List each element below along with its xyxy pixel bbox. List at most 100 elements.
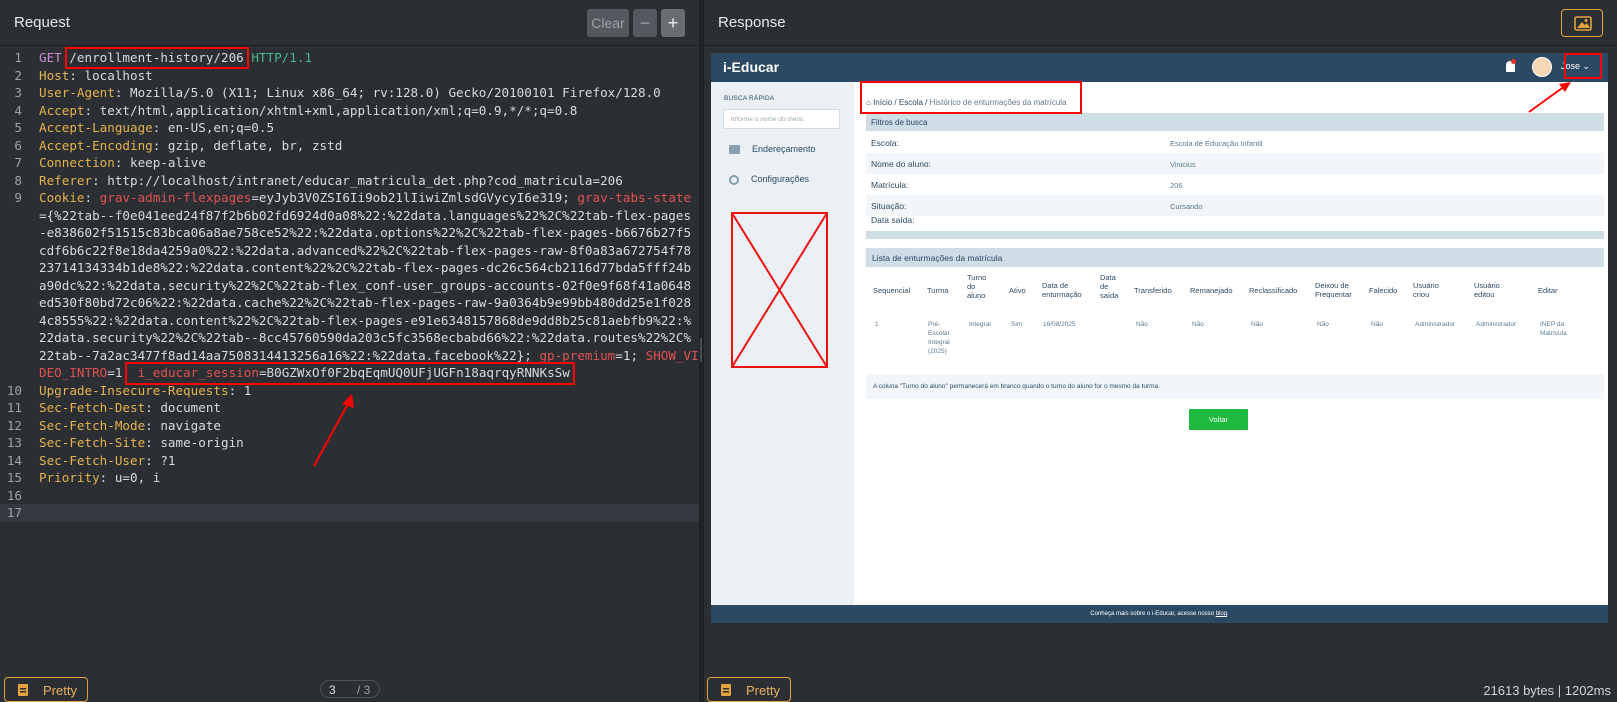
sidebar-item-enderecamento[interactable]: Endereçamento [729,144,816,155]
menu-search-input[interactable]: Informe o nome do menu [723,109,840,129]
request-pager[interactable]: 3 / 3 [320,680,380,698]
line-number: 11 [6,400,22,415]
header-value: keep-alive [130,155,206,170]
header-value: ?1 [160,452,176,468]
splitter-grip[interactable] [700,338,702,362]
code-line: 4 Accept: text/html,application/xhtml+xm… [0,102,699,120]
sidebar-item-label: Endereçamento [752,144,816,154]
footer-text: Conheça mais sobre o i-Educar, acesse no… [1090,611,1215,617]
column-header: Deixou de Frequentar [1315,281,1352,299]
app-root: Request Clear − + 1 GET /enrollment-hist… [0,0,1617,702]
footer-blog-link[interactable]: blog [1216,611,1227,617]
cookie-value: eyJyb3V0ZSI6Ii9ob21lIiwiZmlsdGVycyI6e319 [258,190,563,205]
line-number: 9 [14,190,22,205]
code-line: ={%22tab--f0e041eed24f87f2b6b02fd6924d0a… [0,207,699,225]
header-value: Mozilla/5.0 (X11; Linux x86_64; rv:128.0… [130,85,661,100]
table-cell: Não [1136,321,1148,328]
header-key: Sec-Fetch-Site [39,435,146,450]
line-number: 2 [14,67,22,83]
header-value: u=0, i [114,470,161,485]
table-cell: 1 [875,321,879,328]
column-header: Reclassificado [1249,286,1298,295]
edit-link[interactable]: INEP da Matrícula [1540,320,1576,338]
line-number: 10 [6,382,22,398]
header-value: document [160,400,221,415]
code-line: 4c8555%22:%22data.content%22%2C%22tab-fl… [0,312,699,330]
gear-icon [729,174,739,185]
request-header: Request Clear − + [0,0,699,46]
avatar[interactable] [1532,57,1552,77]
document-icon [721,684,731,696]
pretty-label: Pretty [746,683,780,698]
table-cell: Administrador [1415,321,1456,328]
column-header: Remanejado [1190,286,1233,295]
filter-separator [866,231,1604,239]
http-method: GET [39,50,62,65]
header-key: Host [39,67,70,83]
line-number: 17 [6,505,22,520]
sidebar-item-configuracoes[interactable]: Configurações [729,174,809,185]
breadcrumb-highlight-box [860,81,1082,114]
render-image-button[interactable] [1561,9,1603,37]
clear-button[interactable]: Clear [587,9,629,37]
zoom-out-button[interactable]: − [633,9,657,37]
line-number: 13 [6,435,22,450]
table-cell: Não [1251,321,1263,328]
code-line: 15 Priority: u=0, i [0,469,699,487]
request-panel: Request Clear − + 1 GET /enrollment-hist… [0,0,700,702]
column-header: Sequencial [873,286,911,295]
code-line: 9 Cookie: grav-admin-flexpages=eyJyb3V0Z… [0,189,699,207]
app-footer: Conheça mais sobre o i-Educar, acesse no… [711,605,1608,623]
path-highlight-box [65,47,249,69]
table-cell[interactable]: Pré-Escolar Integral (2025) [928,320,958,356]
column-header: Editar [1538,286,1558,295]
cookie-value: a90dc%22:%22data.security%22%2C%22tab-fl… [39,277,692,293]
line-number: 7 [14,155,22,170]
code-line-active: 17 [0,504,699,522]
header-key: Accept-Language [39,120,153,135]
request-title: Request [14,14,70,31]
app-topbar: i-Educar Jose ⌄ [711,53,1608,82]
filter-row: Data saída: [866,210,1604,228]
column-header: Turma [927,286,949,295]
http-version: HTTP/1.1 [251,50,312,65]
code-line: a90dc%22:%22data.security%22%2C%22tab-fl… [0,277,699,295]
cookie-value: 4c8555%22:%22data.content%22%2C%22tab-fl… [39,312,692,328]
filter-row: Nome do aluno: Vinicius [866,153,1604,174]
code-line: 2 Host: localhost [0,67,699,85]
session-highlight-box [125,362,575,385]
cookie-value: cdf6b6c22f8e18da4259a0%22:%22data.advanc… [39,242,692,258]
line-number: 5 [14,120,22,135]
cookie-value: ={%22tab--f0e041eed24f87f2b6b02fd6924d0a… [39,207,692,223]
cookie-value: 23714134334b1de8%22:%22data.content%22%2… [39,260,692,275]
broken-image-placeholder [731,212,828,368]
zoom-in-button[interactable]: + [661,9,685,37]
code-line: 22data.security%22%2C%22tab--8cc45760590… [0,329,699,347]
response-pretty-button[interactable]: Pretty [707,677,791,702]
column-header: Falecido [1369,286,1398,295]
request-pretty-button[interactable]: Pretty [4,677,88,702]
request-editor[interactable]: 1 GET /enrollment-history/206 HTTP/1.1 2… [0,47,699,665]
header-value: http://localhost/intranet/educar_matricu… [107,172,623,188]
code-line: ed530f80bd72c06%22:%22data.cache%22%2C%2… [0,294,699,312]
filters-header: Filtros de busca [866,113,1604,131]
filter-value: Vinicius [1170,160,1196,169]
column-header: Transferido [1134,286,1172,295]
image-icon [1574,16,1592,31]
filter-label: Escola: [871,138,899,148]
filter-label: Nome do aluno: [871,159,932,169]
column-header: Usuário editou [1474,281,1500,299]
code-line: 7 Connection: keep-alive [0,154,699,172]
back-button[interactable]: Voltar [1189,409,1248,430]
table-cell: Não [1317,321,1329,328]
column-header: Ativo [1009,286,1026,295]
cookie-value: 1 [622,347,631,363]
header-key: Sec-Fetch-User [39,452,146,468]
pager-current: 3 [329,683,336,697]
code-line: 3 User-Agent: Mozilla/5.0 (X11; Linux x8… [0,84,699,102]
header-value: same-origin [160,435,244,450]
header-key: User-Agent [39,85,115,100]
line-number: 1 [14,50,22,65]
column-header: Turno do aluno [967,273,987,300]
column-header: Data de enturmação [1042,281,1082,299]
